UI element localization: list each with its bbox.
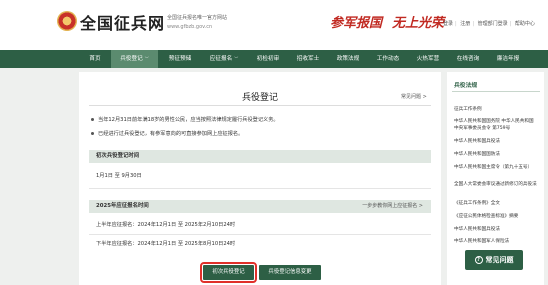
- separator: |: [509, 21, 512, 27]
- main-nav: 首页 兵役登记 ﹀ 预征预储 应征报名 ﹀ 初检初审 招收军士 政策法规 工作动态 …: [0, 50, 548, 68]
- admin-login-link[interactable]: 管理部门登录: [478, 21, 508, 27]
- sidebar: 兵役法规 征兵工作条例 中华人民共和国国务院 中华人民共和国中央军事委员会令 第…: [447, 72, 544, 285]
- sidebar-link[interactable]: 中华人民共和国国务院 中华人民共和国中央军事委员会令 第759号: [454, 118, 538, 132]
- chevron-down-icon: ﹀: [144, 56, 149, 61]
- sidebar-link[interactable]: 中华人民共和国兵役法: [454, 226, 538, 233]
- nav-integrity-report[interactable]: 廉洁年报: [488, 50, 528, 68]
- sidebar-link[interactable]: 中华人民共和国国防法: [454, 151, 538, 158]
- sidebar-title: 兵役法规: [454, 83, 478, 89]
- help-center-link[interactable]: 帮助中心: [515, 21, 535, 27]
- registration-change-button[interactable]: 兵役登记信息变更: [259, 265, 321, 280]
- sidebar-link[interactable]: 中华人民共和国兵役法: [454, 138, 538, 145]
- site-title[interactable]: 全国征兵网: [80, 10, 165, 34]
- nav-home[interactable]: 首页: [80, 50, 110, 68]
- divider: [452, 91, 540, 92]
- sidebar-link[interactable]: 《应征公民体格检查标准》摘要: [454, 213, 538, 220]
- nav-sergeant-recruitment[interactable]: 招收军士: [288, 50, 328, 68]
- application-guide-link[interactable]: 一步步教你网上应征报名 >: [362, 200, 423, 213]
- first-registration-header: 初次兵役登记时间: [89, 150, 431, 163]
- application-time-header: 2025年应征报名时间 一步步教你网上应征报名 >: [89, 200, 431, 213]
- separator: |: [472, 21, 474, 27]
- logo-emblem-icon: [57, 11, 77, 31]
- faq-button[interactable]: ? 常见问题: [465, 250, 523, 270]
- page-title: 兵役登记: [241, 93, 278, 103]
- nav-pre-enlistment[interactable]: 预征预储: [160, 50, 200, 68]
- separator: |: [455, 21, 457, 27]
- divider: [89, 105, 431, 106]
- divider: [89, 234, 431, 235]
- note-item: 已经进行过兵役登记，有参军意向的可直接参加网上应征报名。: [91, 130, 243, 137]
- first-registration-time: 1月1日 至 9月30日: [96, 173, 142, 179]
- nav-enlistment-application[interactable]: 应征报名 ﹀: [201, 50, 247, 68]
- sidebar-link[interactable]: 《征兵工作条例》全文: [454, 200, 538, 207]
- first-registration-button[interactable]: 初次兵役登记: [200, 262, 257, 283]
- register-link[interactable]: 注册: [460, 21, 470, 27]
- site-url: www.gfbzb.gov.cn: [167, 24, 213, 30]
- sidebar-link[interactable]: 全国人大常委会审议通过新修订的兵役法: [454, 181, 538, 188]
- second-half-application-time: 下半年应征报名：2024年12月1日 至 2025年8月10日24时: [96, 241, 236, 247]
- faq-link[interactable]: 常见问题 >: [401, 93, 427, 100]
- slogan-calligraphy-1: 参军报国: [330, 16, 383, 31]
- first-half-application-time: 上半年应征报名：2024年12月1日 至 2025年2月10日24时: [96, 222, 236, 228]
- nav-policies[interactable]: 政策法规: [328, 50, 368, 68]
- sidebar-link[interactable]: 中华人民共和国主席令（第九十五号）: [454, 164, 538, 171]
- sidebar-link[interactable]: 中华人民共和国军人保险法: [454, 238, 538, 245]
- nav-barracks[interactable]: 火热军营: [408, 50, 448, 68]
- question-icon: ?: [474, 256, 483, 264]
- nav-online-consult[interactable]: 在线咨询: [448, 50, 488, 68]
- divider: [89, 188, 431, 189]
- bullet-icon: [91, 118, 94, 121]
- nav-preliminary-check[interactable]: 初检初审: [248, 50, 288, 68]
- top-links: 登录 | 注册 | 管理部门登录 | 帮助中心: [443, 20, 537, 27]
- nav-military-registration[interactable]: 兵役登记 ﹀: [111, 50, 158, 68]
- login-link[interactable]: 登录: [443, 21, 453, 27]
- note-item: 当年12月31日前年满18岁的男性公民，应当按照法律规定履行兵役登记义务。: [91, 116, 279, 123]
- sidebar-link[interactable]: 征兵工作条例: [454, 106, 538, 113]
- site-header: 全国征兵网 全国征兵报名唯一官方网站 www.gfbzb.gov.cn 参军报国…: [0, 0, 548, 50]
- site-subtitle: 全国征兵报名唯一官方网站: [167, 15, 228, 21]
- nav-work-updates[interactable]: 工作动态: [368, 50, 408, 68]
- main-panel: 兵役登记 常见问题 > 当年12月31日前年满18岁的男性公民，应当按照法律规定…: [79, 72, 441, 285]
- bullet-icon: [91, 132, 94, 135]
- chevron-down-icon: ﹀: [234, 56, 239, 61]
- slogan-calligraphy-2: 无上光荣: [392, 16, 445, 31]
